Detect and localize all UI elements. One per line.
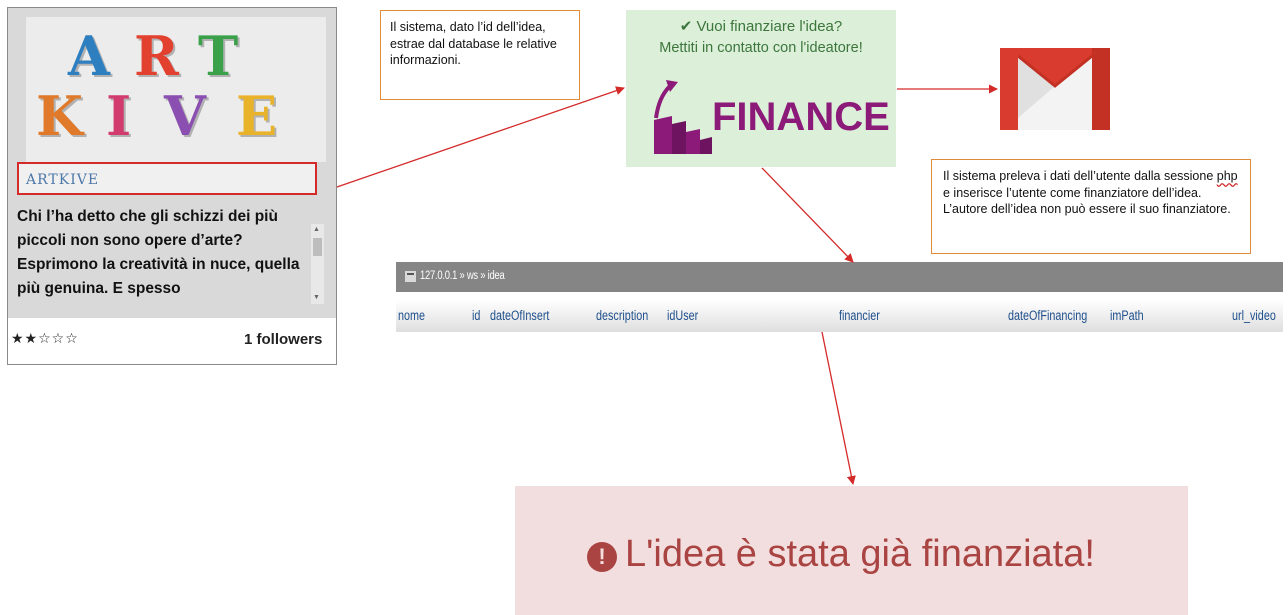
exclamation-circle-icon: !	[587, 542, 617, 572]
column-header-dateoffinancing[interactable]: dateOfFinancing	[1008, 308, 1087, 323]
column-header-dateofinsert[interactable]: dateOfInsert	[490, 308, 549, 323]
arrow-finance-to-database	[761, 167, 854, 263]
phpmyadmin-breadcrumb-bar: 127.0.0.1 » ws » idea	[396, 262, 1283, 292]
idea-card[interactable]: A R T K I V E ARTKIVE Chi l’ha detto che…	[7, 7, 337, 365]
artkive-logo-image: A R T K I V E	[26, 17, 326, 162]
note-session-user: Il sistema preleva i dati dell’utente da…	[931, 159, 1251, 254]
column-header-id[interactable]: id	[472, 308, 480, 323]
column-header-impath[interactable]: imPath	[1110, 308, 1144, 323]
server-icon	[405, 271, 416, 282]
note-session-text-end: e inserisce l’utente come finanziatore d…	[943, 185, 1231, 217]
finance-panel[interactable]: ✔ Vuoi finanziare l'idea? Mettiti in con…	[626, 10, 896, 167]
logo-letter: A	[68, 24, 110, 88]
column-header-financier[interactable]: financier	[839, 308, 880, 323]
note-session-text-start: Il sistema preleva i dati dell’utente da…	[943, 169, 1217, 183]
spellcheck-word: php	[1216, 169, 1238, 183]
finance-question: ✔ Vuoi finanziare l'idea?	[679, 18, 843, 35]
logo-letter: R	[134, 24, 179, 88]
logo-letter: I	[106, 84, 132, 148]
logo-letter: T	[198, 24, 239, 88]
logo-letter: E	[236, 84, 278, 148]
column-header-nome[interactable]: nome	[398, 308, 425, 323]
arrow-database-to-alert	[821, 331, 856, 485]
alert-message: L'idea è stata già finanziata!	[625, 533, 1095, 575]
note-database-query: Il sistema, dato l’id dell’idea, estrae …	[380, 10, 580, 100]
logo-letter: V	[164, 84, 206, 148]
already-financed-alert: ! L'idea è stata già finanziata!	[515, 486, 1188, 615]
finance-chart-icon	[654, 80, 712, 154]
column-header-iduser[interactable]: idUser	[667, 308, 698, 323]
column-header-description[interactable]: description	[596, 308, 648, 323]
idea-description: Chi l’ha detto che gli schizzi dei più p…	[17, 208, 300, 297]
arrow-card-to-finance	[336, 86, 625, 188]
logo-letter: K	[36, 84, 83, 148]
breadcrumb[interactable]: 127.0.0.1 » ws » idea	[420, 270, 505, 282]
followers-count: 1 followers	[244, 331, 323, 348]
idea-title-link[interactable]: ARTKIVE	[17, 162, 317, 195]
scroll-up-icon[interactable]: ▲	[313, 226, 320, 233]
scroll-thumb[interactable]	[313, 238, 322, 256]
finance-logo-text: FINANCE	[712, 95, 890, 139]
gmail-icon	[1000, 48, 1110, 130]
scroll-down-icon[interactable]: ▼	[313, 294, 320, 301]
database-table-view: 127.0.0.1 » ws » idea nome id dateOfInse…	[396, 262, 1283, 332]
rating-stars[interactable]: ★★☆☆☆	[11, 331, 79, 347]
finance-contact-text: Mettiti in contatto con l'ideatore!	[659, 40, 863, 56]
table-header-row: nome id dateOfInsert description idUser …	[396, 300, 1283, 332]
column-header-url-video[interactable]: url_video	[1232, 308, 1276, 323]
description-scrollbar[interactable]: ▲ ▼	[311, 224, 324, 304]
idea-title: ARTKIVE	[26, 172, 100, 188]
